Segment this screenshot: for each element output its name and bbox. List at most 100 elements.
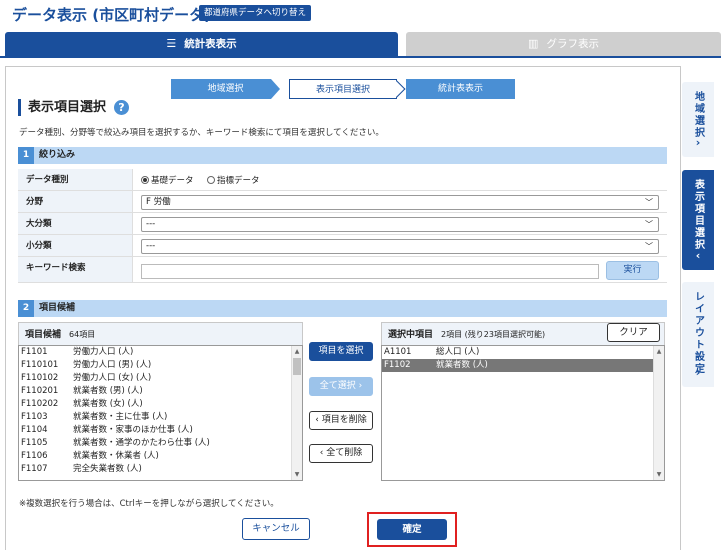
minor-category-value: --- (146, 241, 156, 251)
scroll-down-icon[interactable]: ▼ (654, 469, 664, 480)
chevron-left-icon: ‹ (319, 448, 324, 458)
scroll-thumb[interactable] (293, 358, 301, 375)
list-item[interactable]: F1102 就業者数 (人) (382, 359, 664, 372)
add-all-label: 全て選択 (319, 381, 356, 391)
selected-list-title: 選択中項目 (388, 330, 434, 340)
list-item[interactable]: F1104 就業者数・家事のほか仕事 (人) (19, 424, 302, 437)
field-label: 分野 (18, 191, 133, 212)
chevron-left-icon: ‹ (695, 249, 701, 262)
side-tab-layout-settings-label: レイアウト設定 (692, 291, 704, 375)
list-item[interactable]: F110101 労働力人口 (男) (人) (19, 359, 302, 372)
chevron-down-icon: ﹀ (645, 242, 653, 251)
selected-count: 2項目 (残り23項目選択可能) (441, 330, 546, 339)
list-item[interactable]: F110201 就業者数 (男) (人) (19, 385, 302, 398)
candidates-section-bar: 2 項目候補 (18, 300, 667, 317)
chevron-right-icon: › (358, 381, 363, 391)
execute-button[interactable]: 実行 (606, 261, 659, 280)
candidates-items: F1101 労働力人口 (人) F110101 労働力人口 (男) (人) F11010… (19, 346, 302, 476)
major-category-row: 大分類 --- ﹀ (18, 213, 667, 235)
keyword-label: キーワード検索 (18, 257, 133, 282)
list-item[interactable]: F1106 就業者数・休業者 (人) (19, 450, 302, 463)
add-item-button[interactable]: 項目を選択 (309, 342, 373, 361)
item-name: 労働力人口 (女) (人) (73, 373, 152, 383)
tab-table-view[interactable]: ☰ 統計表表示 (5, 32, 398, 56)
list-item[interactable]: A1101 総人口 (人) (382, 346, 664, 359)
side-tab-item-select[interactable]: 表示項目選択 ‹ (682, 170, 714, 270)
radio-basic-data[interactable] (141, 176, 149, 184)
remove-all-label: 全て削除 (326, 448, 363, 458)
candidates-listbox[interactable]: F1101 労働力人口 (人) F110101 労働力人口 (男) (人) F11010… (18, 345, 303, 481)
keyword-row: キーワード検索 実行 (18, 257, 667, 283)
scroll-up-icon[interactable]: ▲ (654, 346, 664, 357)
tab-table-view-label: 統計表表示 (184, 38, 237, 50)
tab-graph-view[interactable]: ▥ グラフ表示 (406, 32, 721, 56)
clear-button[interactable]: クリア (607, 323, 660, 342)
side-tab-item-select-label: 表示項目選択 (692, 179, 704, 251)
remove-item-label: 項目を削除 (321, 415, 367, 425)
major-category-select[interactable]: --- ﹀ (141, 217, 659, 232)
list-item[interactable]: F110102 労働力人口 (女) (人) (19, 372, 302, 385)
list-item[interactable]: F1105 就業者数・通学のかたわら仕事 (人) (19, 437, 302, 450)
cancel-button[interactable]: キャンセル (242, 518, 310, 540)
radio-indicator-data[interactable] (207, 176, 216, 184)
confirm-button[interactable]: 確定 (377, 519, 447, 540)
chevron-down-icon: ﹀ (645, 220, 653, 229)
side-tab-area-select-label: 地域選択 (692, 91, 704, 139)
item-name: 就業者数 (人) (436, 360, 488, 370)
item-name: 完全失業者数 (人) (73, 464, 142, 474)
candidates-scrollbar[interactable]: ▲ ▼ (291, 346, 302, 480)
item-name: 就業者数 (女) (人) (73, 399, 143, 409)
tab-underline (0, 56, 721, 58)
chevron-left-icon: ‹ (315, 415, 319, 425)
candidates-list-title: 項目候補 (25, 330, 62, 340)
item-name: 労働力人口 (男) (人) (73, 360, 152, 370)
list-item[interactable]: F1107 完全失業者数 (人) (19, 463, 302, 476)
item-name: 就業者数 (男) (人) (73, 386, 143, 396)
item-name: 総人口 (人) (436, 347, 480, 357)
list-item[interactable]: F1101 労働力人口 (人) (19, 346, 302, 359)
item-name: 労働力人口 (人) (73, 347, 134, 357)
list-icon: ☰ (166, 37, 177, 50)
item-code: F110201 (21, 386, 59, 396)
remove-all-button[interactable]: ‹ 全て削除 (309, 444, 373, 463)
item-code: F1104 (21, 425, 48, 435)
switch-prefecture-button[interactable]: 都道府県データへ切り替え (199, 5, 312, 21)
chevron-right-icon: › (695, 366, 701, 379)
major-category-label: 大分類 (18, 213, 133, 234)
scroll-down-icon[interactable]: ▼ (292, 469, 302, 480)
filter-section-title: 絞り込み (39, 150, 76, 160)
title-bar: データ表示 (市区町村データ) 都道府県データへ切り替え (0, 0, 721, 28)
selected-listbox[interactable]: A1101 総人口 (人) F1102 就業者数 (人) ▲ ▼ (381, 345, 665, 481)
candidates-section-number: 2 (18, 300, 34, 317)
radio-basic-data-label: 基礎データ (151, 176, 194, 186)
confirm-highlight: 確定 (367, 512, 457, 547)
filter-section-number: 1 (18, 147, 34, 164)
field-row: 分野 F 労働 ﹀ (18, 191, 667, 213)
keyword-input[interactable] (141, 264, 599, 279)
minor-category-label: 小分類 (18, 235, 133, 256)
candidates-list-header: 項目候補 64項目 (18, 322, 303, 345)
side-tab-layout-settings[interactable]: レイアウト設定 › (682, 282, 714, 387)
field-select[interactable]: F 労働 ﹀ (141, 195, 659, 210)
list-item[interactable]: F1103 就業者数・主に仕事 (人) (19, 411, 302, 424)
item-code: F1101 (21, 347, 48, 357)
item-name: 就業者数・主に仕事 (人) (73, 412, 168, 422)
minor-category-select[interactable]: --- ﹀ (141, 239, 659, 254)
remove-item-button[interactable]: ‹ 項目を削除 (309, 411, 373, 430)
side-tab-area-select[interactable]: 地域選択 › (682, 82, 714, 157)
chevron-right-icon: › (695, 136, 701, 149)
item-code: F110202 (21, 399, 59, 409)
selected-items: A1101 総人口 (人) F1102 就業者数 (人) (382, 346, 664, 372)
selected-scrollbar[interactable]: ▲ ▼ (653, 346, 664, 480)
step-area-select: 地域選択 (171, 79, 280, 99)
item-code: F1107 (21, 464, 48, 474)
item-code: F1106 (21, 451, 48, 461)
add-all-button[interactable]: 全て選択 › (309, 377, 373, 396)
chevron-down-icon: ﹀ (645, 198, 653, 207)
list-item[interactable]: F110202 就業者数 (女) (人) (19, 398, 302, 411)
help-icon[interactable]: ? (114, 100, 129, 115)
item-code: F1103 (21, 412, 48, 422)
scroll-up-icon[interactable]: ▲ (292, 346, 302, 357)
minor-category-row: 小分類 --- ﹀ (18, 235, 667, 257)
item-code: F1102 (384, 360, 411, 370)
